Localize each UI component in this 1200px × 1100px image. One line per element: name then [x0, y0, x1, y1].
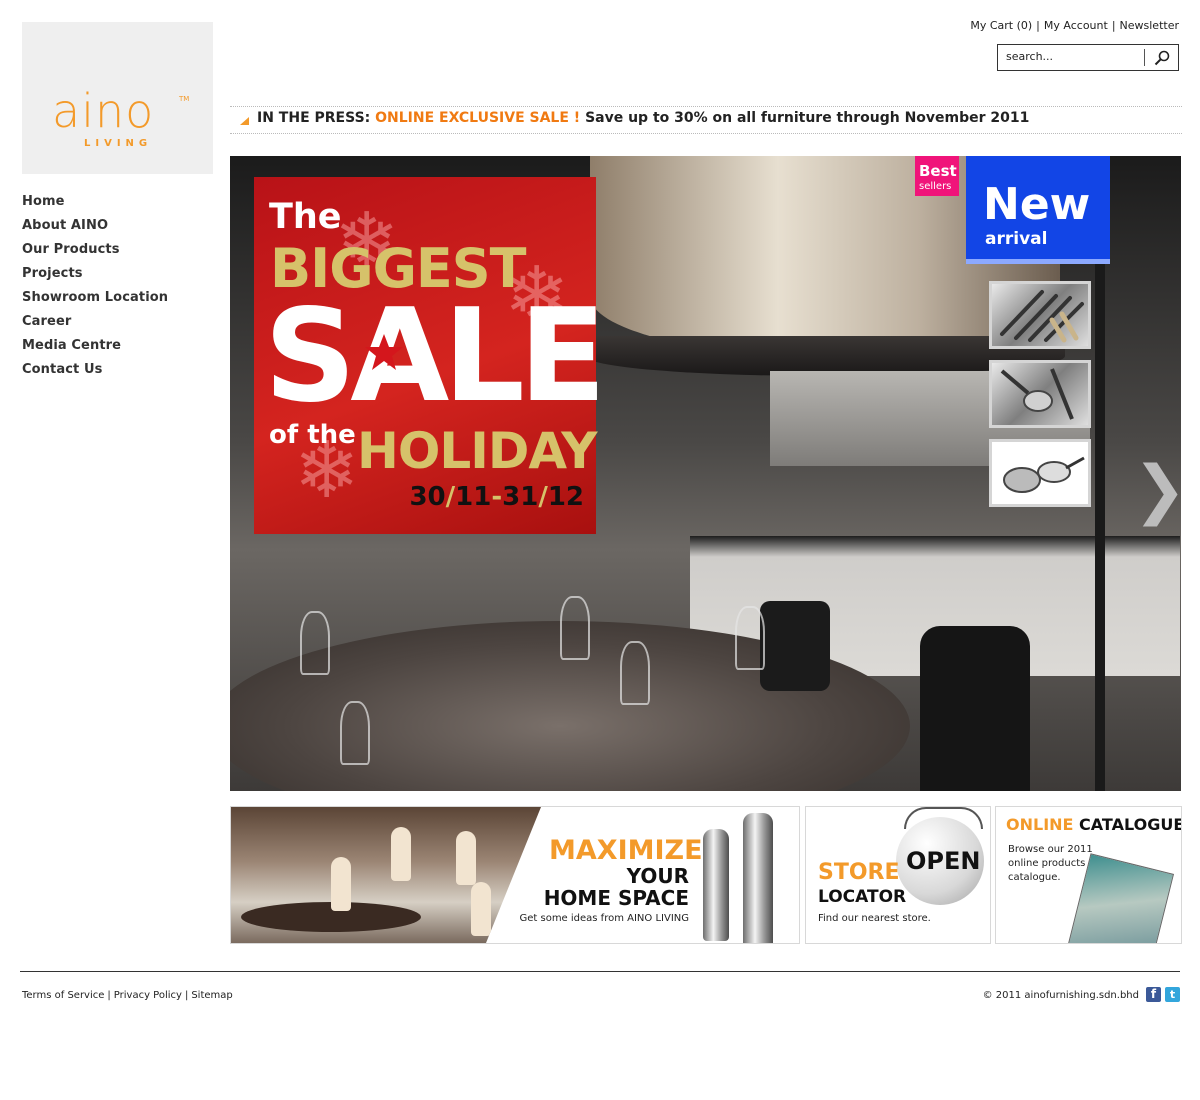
privacy-link[interactable]: Privacy Policy	[114, 990, 182, 1001]
sale-holiday: HOLIDAY	[357, 422, 597, 480]
sale-the: The	[269, 197, 342, 237]
nav-item-showroom[interactable]: Showroom Location	[22, 288, 213, 312]
search-input[interactable]	[1006, 50, 1136, 63]
promo-your: YOUR	[626, 864, 689, 888]
nav-item-media[interactable]: Media Centre	[22, 336, 213, 360]
catalogue-title-catalogue: CATALOGUE	[1079, 815, 1182, 834]
person-image	[471, 882, 491, 936]
maximize-home-space-promo[interactable]: MAXIMIZE YOUR HOME SPACE Get some ideas …	[230, 806, 800, 944]
nav-item-career[interactable]: Career	[22, 312, 213, 336]
wine-glass-image	[560, 596, 590, 660]
product-thumbnail-cookware[interactable]	[989, 439, 1091, 507]
promo-home-space: HOME SPACE	[543, 886, 689, 910]
link-separator: |	[1111, 19, 1116, 32]
catalogue-title: ONLINE CATALOGUE	[1006, 815, 1182, 834]
star-icon	[365, 334, 403, 370]
nav-item-about[interactable]: About AINO	[22, 216, 213, 240]
person-image	[331, 857, 351, 911]
logo-subtitle: LIVING	[84, 138, 153, 149]
cutlery-icon	[1000, 290, 1084, 343]
promo-maximize-subtitle: Get some ideas from AINO LIVING	[519, 913, 689, 924]
logo-wordmark: aino	[52, 84, 155, 138]
person-image	[391, 827, 411, 881]
nav-item-contact[interactable]: Contact Us	[22, 360, 213, 384]
new-arrival-tab[interactable]: New arrival	[966, 156, 1110, 264]
new-arrival-sublabel: arrival	[985, 229, 1048, 249]
nav-item-home[interactable]: Home	[22, 192, 213, 216]
wine-glass-image	[620, 641, 650, 705]
nav-item-projects[interactable]: Projects	[22, 264, 213, 288]
person-image	[456, 831, 476, 885]
my-cart-link[interactable]: My Cart (0)	[970, 19, 1032, 32]
sitemap-link[interactable]: Sitemap	[191, 990, 232, 1001]
nav-item-products[interactable]: Our Products	[22, 240, 213, 264]
wine-glass-image	[735, 606, 765, 670]
link-separator: |	[1036, 19, 1040, 32]
best-sellers-tab[interactable]: Best sellers	[915, 156, 959, 196]
sale-word: SALE	[264, 282, 606, 431]
search-icon[interactable]	[1154, 50, 1170, 66]
locator-title: LOCATOR	[818, 887, 907, 907]
footer-divider	[20, 971, 1180, 972]
main-nav: Home About AINO Our Products Projects Sh…	[22, 192, 213, 384]
catalogue-title-online: ONLINE	[1006, 815, 1074, 834]
cookware-icon	[1003, 456, 1085, 493]
spoon-icon	[1000, 368, 1074, 420]
press-text[interactable]: IN THE PRESS: ONLINE EXCLUSIVE SALE ! Sa…	[257, 110, 1029, 126]
pepper-mill-image	[703, 829, 729, 941]
newsletter-link[interactable]: Newsletter	[1120, 19, 1179, 32]
date-dash: -	[491, 482, 503, 512]
account-links: My Cart (0) | My Account | Newsletter	[970, 19, 1179, 32]
facebook-icon[interactable]: f	[1146, 987, 1161, 1002]
search-divider	[1144, 49, 1145, 66]
pepper-mill-image	[743, 813, 773, 943]
next-arrow-icon[interactable]: ❯	[1133, 458, 1181, 522]
press-detail: Save up to 30% on all furniture through …	[585, 110, 1030, 126]
date-slash: /	[538, 482, 548, 512]
logo-trademark: TM	[179, 95, 190, 103]
chair-image	[760, 601, 830, 691]
sale-dates: 30/11-31/12	[409, 482, 584, 512]
promo-maximize-title: MAXIMIZE	[549, 835, 703, 866]
open-sign-text: OPEN	[906, 847, 981, 875]
footer-separator: |	[184, 990, 189, 1001]
best-sellers-label: Best	[919, 162, 957, 180]
hero-banner[interactable]: ❄ ❄ ❄ The BIGGEST SALE of the HOLIDAY 30…	[230, 156, 1181, 791]
store-locator-promo[interactable]: OPEN STORE LOCATOR Find our nearest stor…	[805, 806, 991, 944]
my-account-link[interactable]: My Account	[1044, 19, 1108, 32]
copyright: © 2011 ainofurnishing.sdn.bhd	[982, 990, 1139, 1001]
kitchen-family-photo	[231, 807, 541, 943]
product-thumbnail-spoons[interactable]	[989, 360, 1091, 428]
store-locator-subtitle: Find our nearest store.	[818, 913, 931, 924]
holiday-sale-banner[interactable]: ❄ ❄ ❄ The BIGGEST SALE of the HOLIDAY 30…	[254, 177, 606, 534]
date-month-end: 12	[547, 482, 584, 512]
best-sellers-sublabel: sellers	[919, 181, 952, 192]
logo[interactable]: aino TM LIVING	[22, 22, 213, 174]
date-day-start: 30	[409, 482, 446, 512]
date-slash: /	[445, 482, 456, 512]
store-title: STORE	[818, 860, 900, 885]
press-ticker: IN THE PRESS: ONLINE EXCLUSIVE SALE ! Sa…	[230, 106, 1182, 134]
date-day-end: 31	[502, 482, 539, 512]
search-box	[997, 44, 1179, 71]
online-catalogue-promo[interactable]: ONLINE CATALOGUE Browse our 2011 online …	[995, 806, 1182, 944]
press-highlight: ONLINE EXCLUSIVE SALE !	[375, 110, 581, 126]
new-arrival-label: New	[983, 179, 1091, 230]
press-lead: IN THE PRESS:	[257, 110, 371, 126]
wine-glass-image	[340, 701, 370, 765]
sale-of-the: of the	[269, 420, 356, 450]
product-thumbnail-cutlery[interactable]	[989, 281, 1091, 349]
terms-link[interactable]: Terms of Service	[22, 990, 104, 1001]
footer-links: Terms of Service | Privacy Policy | Sitemap	[22, 990, 233, 1001]
triangle-icon	[240, 117, 249, 125]
twitter-icon[interactable]: t	[1165, 987, 1180, 1002]
footer-separator: |	[107, 990, 111, 1001]
chair-image	[920, 626, 1030, 791]
date-month-start: 11	[455, 482, 492, 512]
wine-glass-image	[300, 611, 330, 675]
